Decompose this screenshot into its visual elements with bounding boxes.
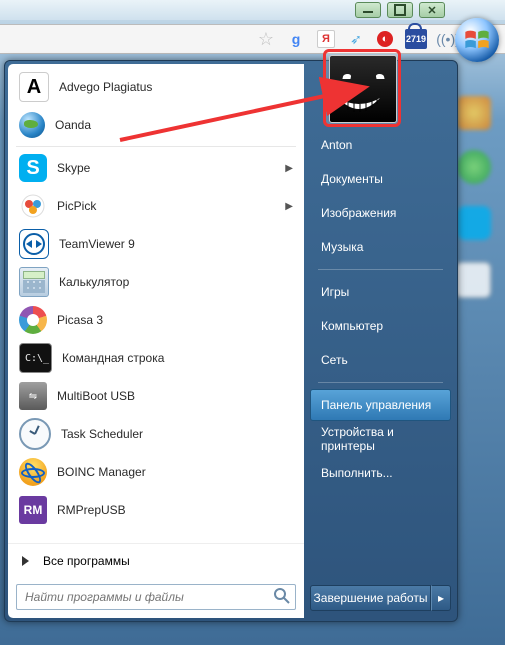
program-item-advego[interactable]: A Advego Plagiatus bbox=[8, 68, 304, 106]
program-item-picpick[interactable]: PicPick ▶ bbox=[8, 187, 304, 225]
separator bbox=[318, 382, 443, 383]
feather-extension-icon[interactable]: ➶ bbox=[347, 30, 365, 48]
program-item-taskscearly[interactable]: Task Scheduler bbox=[8, 415, 304, 453]
teamviewer-icon bbox=[19, 229, 49, 259]
bookmark-star-icon[interactable]: ☆ bbox=[257, 30, 275, 48]
window-titlebar: ✕ bbox=[0, 0, 505, 20]
program-item-cmd[interactable]: C:\_ Командная строка bbox=[8, 339, 304, 377]
globe-icon bbox=[19, 112, 45, 138]
desktop-area: ✕ ☆ g Я ➶ ◐ 2719 ((•)) bbox=[0, 0, 505, 645]
yandex-extension-icon[interactable]: Я bbox=[317, 30, 335, 48]
browser-toolbar: ☆ g Я ➶ ◐ 2719 ((•)) bbox=[0, 24, 505, 54]
computer-link[interactable]: Компьютер bbox=[310, 310, 451, 342]
desktop-shortcut[interactable] bbox=[457, 150, 491, 184]
program-label: TeamViewer 9 bbox=[59, 237, 293, 251]
program-label: Advego Plagiatus bbox=[59, 80, 293, 94]
all-programs-button[interactable]: Все программы bbox=[8, 543, 304, 578]
chevron-right-icon: ▶ bbox=[285, 201, 293, 212]
chevron-right-icon: ▸ bbox=[438, 591, 444, 605]
picpick-icon bbox=[19, 192, 47, 220]
program-label: Командная строка bbox=[62, 351, 293, 365]
search-input[interactable] bbox=[16, 584, 296, 610]
skype-icon: S bbox=[19, 154, 47, 182]
program-label: MultiBoot USB bbox=[57, 389, 293, 403]
search-icon bbox=[274, 588, 290, 607]
program-item-rmprep[interactable]: RM RMPrepUSB bbox=[8, 491, 304, 529]
program-item-picasa[interactable]: Picasa 3 bbox=[8, 301, 304, 339]
desktop-shortcut[interactable] bbox=[457, 96, 491, 130]
program-item-teamviewer[interactable]: TeamViewer 9 bbox=[8, 225, 304, 263]
adblock-extension-icon[interactable]: ◐ bbox=[377, 31, 393, 47]
program-label: Task Scheduler bbox=[61, 427, 293, 441]
search-box-wrap bbox=[8, 578, 304, 618]
documents-link[interactable]: Документы bbox=[310, 163, 451, 195]
program-label: Калькулятор bbox=[59, 275, 293, 289]
start-menu: A Advego Plagiatus Oanda S Skype ▶ bbox=[4, 60, 458, 622]
user-avatar[interactable] bbox=[329, 55, 397, 123]
chevron-right-icon bbox=[22, 556, 29, 566]
picasa-icon bbox=[19, 306, 47, 334]
program-item-skype[interactable]: S Skype ▶ bbox=[8, 149, 304, 187]
start-menu-right-panel: Anton Документы Изображения Музыка Игры … bbox=[304, 61, 457, 621]
usb-icon: ⇋ bbox=[19, 382, 47, 410]
chevron-right-icon: ▶ bbox=[285, 163, 293, 174]
maximize-button[interactable] bbox=[387, 2, 413, 18]
close-button[interactable]: ✕ bbox=[419, 2, 445, 18]
program-item-calculator[interactable]: Калькулятор bbox=[8, 263, 304, 301]
program-label: Skype bbox=[57, 161, 275, 175]
recent-programs-list: A Advego Plagiatus Oanda S Skype ▶ bbox=[8, 64, 304, 543]
program-label: PicPick bbox=[57, 199, 275, 213]
control-panel-link[interactable]: Панель управления bbox=[310, 389, 451, 421]
separator bbox=[318, 269, 443, 270]
program-label: Oanda bbox=[55, 118, 293, 132]
games-link[interactable]: Игры bbox=[310, 276, 451, 308]
counter-extension-icon[interactable]: 2719 bbox=[405, 29, 427, 49]
advego-icon: A bbox=[19, 72, 49, 102]
devices-link[interactable]: Устройства и принтеры bbox=[310, 423, 451, 455]
program-label: RMPrepUSB bbox=[57, 503, 293, 517]
cmd-icon: C:\_ bbox=[19, 343, 52, 373]
pictures-link[interactable]: Изображения bbox=[310, 197, 451, 229]
boinc-icon bbox=[19, 458, 47, 486]
rmprep-icon: RM bbox=[19, 496, 47, 524]
desktop-shortcut[interactable] bbox=[455, 262, 491, 298]
program-item-multiboot[interactable]: ⇋ MultiBoot USB bbox=[8, 377, 304, 415]
shutdown-button[interactable]: Завершение работы bbox=[310, 585, 431, 611]
clock-icon bbox=[19, 418, 51, 450]
user-avatar-highlight bbox=[323, 49, 401, 127]
all-programs-label: Все программы bbox=[43, 554, 130, 568]
network-link[interactable]: Сеть bbox=[310, 344, 451, 376]
minimize-button[interactable] bbox=[355, 2, 381, 18]
desktop-shortcut[interactable] bbox=[457, 206, 491, 240]
windows-logo-icon bbox=[463, 26, 491, 54]
program-label: BOINC Manager bbox=[57, 465, 293, 479]
shutdown-options-button[interactable]: ▸ bbox=[431, 585, 451, 611]
google-extension-icon[interactable]: g bbox=[287, 30, 305, 48]
user-name-link[interactable]: Anton bbox=[310, 129, 451, 161]
start-orb[interactable] bbox=[455, 18, 499, 62]
calculator-icon bbox=[19, 267, 49, 297]
program-item-boinc[interactable]: BOINC Manager bbox=[8, 453, 304, 491]
shutdown-group: Завершение работы ▸ bbox=[310, 585, 451, 611]
program-item-oanda[interactable]: Oanda bbox=[8, 106, 304, 144]
program-label: Picasa 3 bbox=[57, 313, 293, 327]
start-menu-left-panel: A Advego Plagiatus Oanda S Skype ▶ bbox=[8, 64, 304, 618]
separator bbox=[16, 146, 296, 147]
run-link[interactable]: Выполнить... bbox=[310, 457, 451, 489]
music-link[interactable]: Музыка bbox=[310, 231, 451, 263]
